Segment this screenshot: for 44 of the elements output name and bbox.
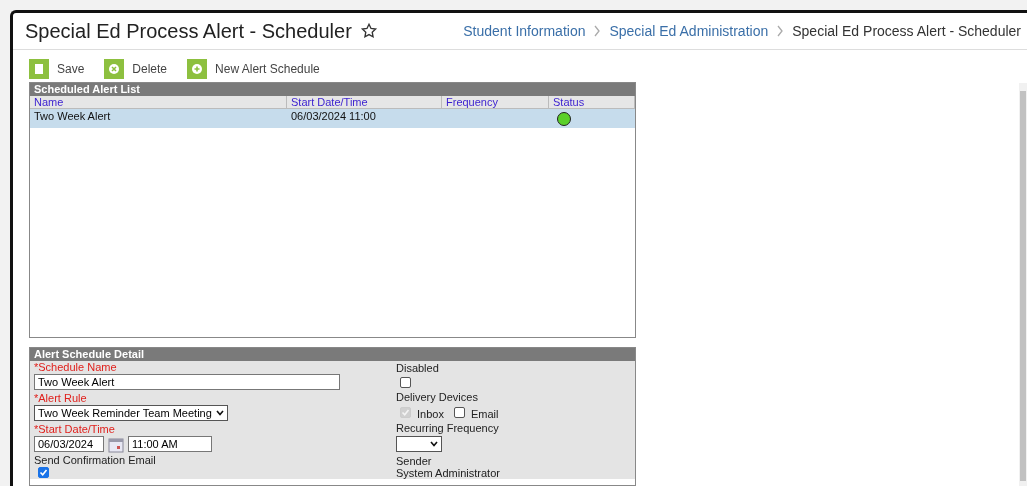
column-header[interactable]: Status xyxy=(549,96,635,108)
caret-icon xyxy=(430,441,438,447)
delivery-checkbox[interactable] xyxy=(453,407,465,418)
panel-title: Alert Schedule Detail xyxy=(30,348,635,361)
panel-title: Scheduled Alert List xyxy=(30,83,635,96)
table-cell-text: Two Week Alert xyxy=(33,109,112,124)
schedule-name-field[interactable]: Two Week Alert xyxy=(34,374,340,390)
field-label: Disabled xyxy=(396,362,440,374)
alert-row[interactable]: Two Week Alert 06/03/2024 11:00 xyxy=(30,109,635,128)
add-icon xyxy=(187,59,208,79)
save-icon xyxy=(29,59,49,79)
breadcrumb-link[interactable]: Student Information xyxy=(463,23,586,39)
star-icon[interactable] xyxy=(359,22,378,40)
breadcrumb-current: Special Ed Process Alert - Scheduler xyxy=(792,23,1021,39)
confirmation-checkbox[interactable] xyxy=(38,467,49,478)
field-label: *Start Date/Time xyxy=(34,423,116,435)
calendar-icon[interactable] xyxy=(108,436,124,453)
breadcrumb-link[interactable]: Special Ed Administration xyxy=(609,23,769,39)
column-header[interactable]: Frequency xyxy=(442,96,549,108)
checkbox-label: Email xyxy=(470,407,499,420)
new-button[interactable]: New Alert Schedule xyxy=(187,59,320,79)
time-field[interactable]: 11:00 AM xyxy=(128,436,212,452)
page-title: Special Ed Process Alert - Scheduler xyxy=(25,19,352,43)
field-label: Send Confirmation Email xyxy=(34,454,157,466)
column-header[interactable]: Start Date/Time xyxy=(287,96,442,108)
table-cell-text: 06/03/2024 11:00 xyxy=(290,109,377,124)
field-label: *Alert Rule xyxy=(34,392,88,404)
frequency-dropdown[interactable] xyxy=(396,436,442,452)
field-label: Recurring Frequency xyxy=(396,422,500,434)
checkbox-label: Inbox xyxy=(417,407,444,420)
delete-button[interactable]: Delete xyxy=(104,59,168,79)
caret-icon xyxy=(215,410,224,416)
sender-value: System Administrator xyxy=(396,467,501,479)
save-button[interactable]: Save xyxy=(29,59,85,79)
field-label: *Schedule Name xyxy=(34,361,118,373)
field-label: Sender xyxy=(396,455,433,467)
delete-icon xyxy=(104,59,125,79)
field-label: Delivery Devices xyxy=(396,391,479,403)
chevron-icon xyxy=(776,25,785,37)
chevron-icon xyxy=(593,25,602,37)
date-field[interactable]: 06/03/2024 xyxy=(34,436,104,452)
scrollbar[interactable] xyxy=(1019,83,1027,486)
column-header[interactable]: Name xyxy=(30,96,287,108)
alert-rule-dropdown[interactable]: Two Week Reminder Team Meeting xyxy=(34,405,228,421)
